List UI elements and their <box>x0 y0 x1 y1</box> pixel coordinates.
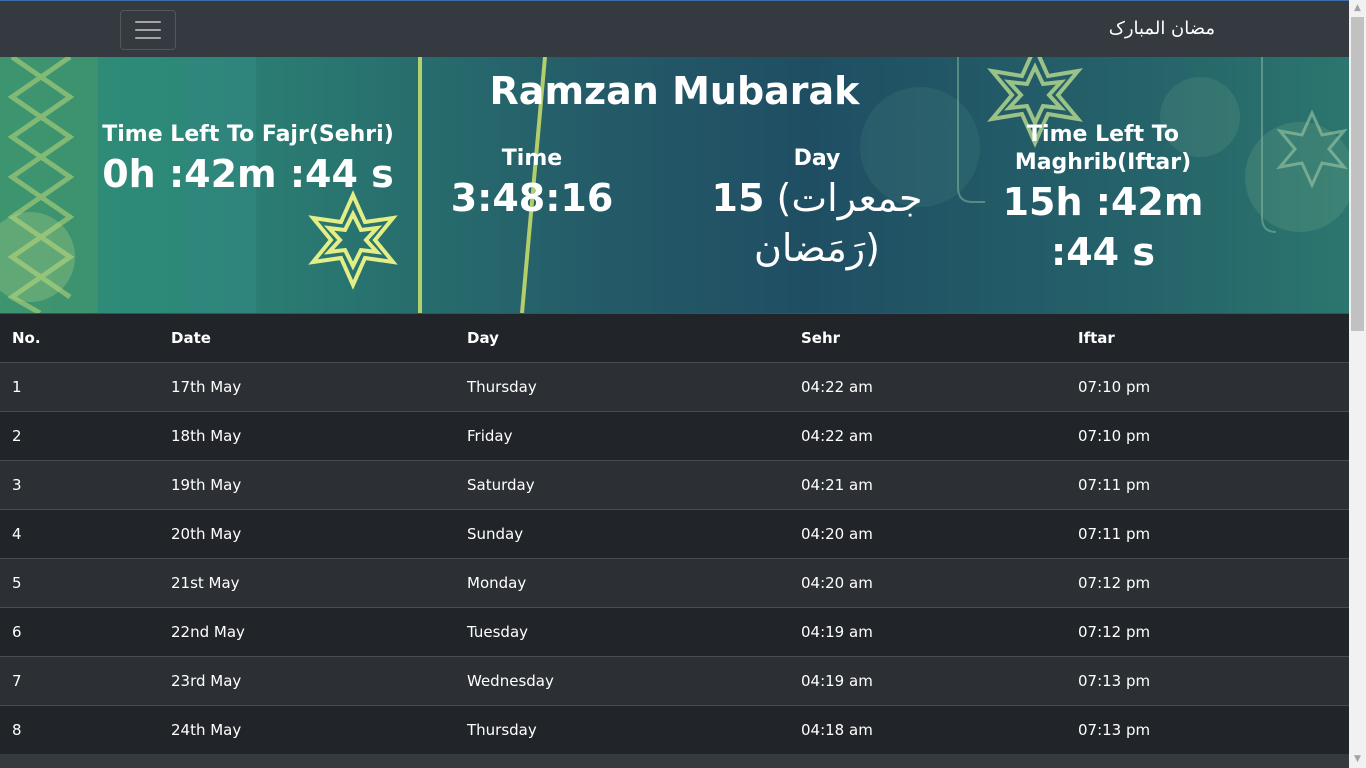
table-row: 8 24th May Thursday 04:18 am 07:13 pm <box>0 705 1349 754</box>
cell-no: 3 <box>0 460 159 510</box>
star-icon <box>308 190 398 290</box>
cell-day: Friday <box>455 411 789 461</box>
cell-no: 6 <box>0 607 159 657</box>
cell-sehr: 04:19 am <box>789 607 1066 657</box>
sehri-value: 0h :42m :44 s <box>102 152 394 196</box>
column-header-iftar: Iftar <box>1066 313 1349 363</box>
hamburger-icon-bar <box>135 37 161 39</box>
sehri-countdown: Time Left To Fajr(Sehri) 0h :42m :44 s <box>100 121 396 199</box>
table-header-row: No. Date Day Sehr Iftar <box>0 313 1349 363</box>
cell-no: 8 <box>0 705 159 754</box>
cell-sehr: 04:20 am <box>789 509 1066 559</box>
hero-banner: Ramzan Mubarak Time Left To Fajr(Sehri) … <box>0 57 1349 313</box>
cell-iftar: 07:13 pm <box>1066 705 1349 754</box>
cell-sehr: 04:22 am <box>789 411 1066 461</box>
scroll-down-arrow-icon[interactable]: ▼ <box>1349 751 1366 768</box>
cell-sehr: 04:18 am <box>789 705 1066 754</box>
ramzan-timetable: No. Date Day Sehr Iftar 1 17th May Thursda… <box>0 313 1349 754</box>
time-label: Time <box>501 146 563 171</box>
vertical-scrollbar[interactable]: ▲ ▼ <box>1349 0 1366 768</box>
hamburger-icon-bar <box>135 29 161 31</box>
cell-day: Thursday <box>455 362 789 412</box>
cell-day: Saturday <box>455 460 789 510</box>
cell-day: Wednesday <box>455 656 789 706</box>
hero-title: Ramzan Mubarak <box>489 69 860 113</box>
time-value: 3:48:16 <box>450 176 614 220</box>
table-row: 4 20th May Sunday 04:20 am 07:11 pm <box>0 509 1349 559</box>
column-header-no: No. <box>0 313 159 363</box>
cell-date: 21st May <box>159 558 455 608</box>
cell-date: 19th May <box>159 460 455 510</box>
cell-date: 20th May <box>159 509 455 559</box>
cell-date: 22nd May <box>159 607 455 657</box>
cell-iftar: 07:12 pm <box>1066 558 1349 608</box>
cell-sehr: 04:20 am <box>789 558 1066 608</box>
cell-iftar: 07:12 pm <box>1066 607 1349 657</box>
cell-iftar: 07:10 pm <box>1066 362 1349 412</box>
cell-iftar: 07:10 pm <box>1066 411 1349 461</box>
column-header-sehr: Sehr <box>789 313 1066 363</box>
table-row: 2 18th May Friday 04:22 am 07:10 pm <box>0 411 1349 461</box>
day-name-urdu: (جمعرات رَمَضان) <box>754 176 923 270</box>
cell-day: Thursday <box>455 705 789 754</box>
iftar-countdown: Time Left To Maghrib(Iftar) 15h :42m :44… <box>972 121 1234 277</box>
column-header-date: Date <box>159 313 455 363</box>
cell-no: 4 <box>0 509 159 559</box>
hamburger-icon-bar <box>135 21 161 23</box>
cell-day: Sunday <box>455 509 789 559</box>
cell-date: 24th May <box>159 705 455 754</box>
cell-day: Monday <box>455 558 789 608</box>
cell-no: 5 <box>0 558 159 608</box>
sehri-label: Time Left To Fajr(Sehri) <box>102 122 394 147</box>
scroll-up-arrow-icon[interactable]: ▲ <box>1349 0 1366 17</box>
day-number: 15 <box>711 176 765 220</box>
table-row: 6 22nd May Tuesday 04:19 am 07:12 pm <box>0 607 1349 657</box>
cell-date: 17th May <box>159 362 455 412</box>
cell-iftar: 07:11 pm <box>1066 509 1349 559</box>
iftar-label: Time Left To Maghrib(Iftar) <box>1014 122 1192 175</box>
cell-sehr: 04:22 am <box>789 362 1066 412</box>
table-row: 5 21st May Monday 04:20 am 07:12 pm <box>0 558 1349 608</box>
cell-iftar: 07:13 pm <box>1066 656 1349 706</box>
table-row: 1 17th May Thursday 04:22 am 07:10 pm <box>0 362 1349 412</box>
cell-sehr: 04:19 am <box>789 656 1066 706</box>
scrollbar-thumb[interactable] <box>1351 17 1364 331</box>
cell-day: Tuesday <box>455 607 789 657</box>
column-header-day: Day <box>455 313 789 363</box>
navbar: مضان المبارک <box>0 0 1349 57</box>
navbar-toggle-button[interactable] <box>120 10 176 50</box>
cell-date: 18th May <box>159 411 455 461</box>
cell-no: 2 <box>0 411 159 461</box>
navbar-brand[interactable]: مضان المبارک <box>1109 18 1215 39</box>
table-row: 3 19th May Saturday 04:21 am 07:11 pm <box>0 460 1349 510</box>
page: مضان المبارک Ramzan Mubarak Time Left To… <box>0 0 1349 768</box>
cell-iftar: 07:11 pm <box>1066 460 1349 510</box>
cell-no: 7 <box>0 656 159 706</box>
ramzan-day: Day 15 (جمعرات رَمَضان) <box>692 145 942 273</box>
table-row: 7 23rd May Wednesday 04:19 am 07:13 pm <box>0 656 1349 706</box>
day-value: 15 (جمعرات رَمَضان) <box>692 173 942 273</box>
day-label: Day <box>793 146 841 171</box>
iftar-value: 15h :42m :44 s <box>1002 180 1204 274</box>
cell-sehr: 04:21 am <box>789 460 1066 510</box>
cell-date: 23rd May <box>159 656 455 706</box>
current-time: Time 3:48:16 <box>432 145 632 223</box>
cell-no: 1 <box>0 362 159 412</box>
